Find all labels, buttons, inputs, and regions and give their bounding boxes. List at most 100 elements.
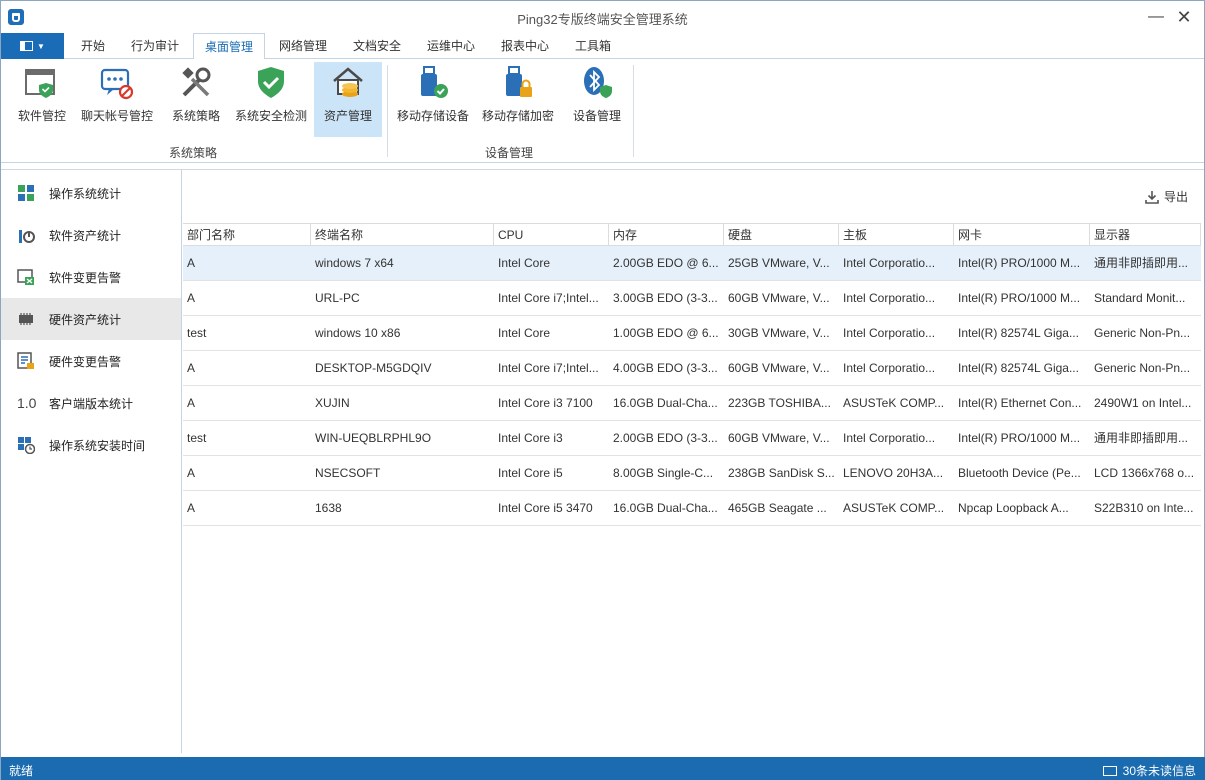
cell-terminal-name: NSECSOFT: [315, 466, 381, 480]
table-row[interactable]: Awindows 7 x64 Intel Core 2.00GB EDO @ 6..…: [183, 246, 1201, 281]
sidebar-item-hardware-asset-stats[interactable]: 硬件资产统计: [1, 298, 181, 340]
sidebar-item-label: 软件变更告警: [49, 270, 122, 285]
table-row[interactable]: test windows 10 x86 Intel Core 1.00GB EDO @…: [183, 316, 1201, 351]
table-row[interactable]: A DESKTOP-M5GDQIV Intel Core i7;Intel... 4.…: [183, 351, 1201, 386]
hardware-asset-table: 部门名称 终端名称 CPU 内存 硬盘 主板 网卡 显示器 Awindows 7 x64 Int…: [183, 223, 1201, 526]
table-row[interactable]: A XUJIN Intel Core i3 7100 16.0GB Dual-Cha.…: [183, 386, 1201, 421]
ribbon-button-label: 系统策略: [171, 109, 220, 123]
app-window: Ping32专版终端安全管理系统 — ✕ ▼ 开始 行为审计 桌面管理 网络管理…: [0, 0, 1205, 780]
tab-behavior-audit[interactable]: 行为审计: [125, 33, 185, 59]
cell-motherboard: Intel Corporatio...: [843, 291, 936, 305]
table-row[interactable]: A URL-PC Intel Core i7;Intel... 3.00GB EDO …: [183, 281, 1201, 316]
column-header-nic[interactable]: 网卡: [954, 224, 1090, 246]
device-management-button[interactable]: 设备管理: [569, 62, 625, 137]
sidebar-item-software-change-alert[interactable]: 软件变更告警: [1, 256, 181, 298]
tab-document-security[interactable]: 文档安全: [347, 33, 407, 59]
cell-dept-name: A: [187, 501, 196, 515]
sidebar-item-label: 操作系统安装时间: [49, 438, 146, 453]
ribbon-group-label-device-management: 设备管理: [485, 146, 534, 160]
removable-storage-device-button[interactable]: 移动存储设备: [394, 62, 472, 137]
sidebar-item-os-stats[interactable]: 操作系统统计: [1, 172, 181, 214]
column-header-terminal-name[interactable]: 终端名称: [311, 224, 494, 246]
cell-monitor: Generic Non-Pn...: [1094, 326, 1191, 340]
file-menu-button[interactable]: ▼: [1, 33, 64, 59]
asset-management-button[interactable]: 资产管理: [314, 62, 382, 137]
cell-memory: 2.00GB EDO @ 6...: [613, 256, 719, 270]
cell-monitor: Generic Non-Pn...: [1094, 361, 1191, 375]
content-panel: 导出 部门名称 终端名称 CPU 内存 硬盘 主板 网卡 显示器 Awindows 7 x64…: [183, 170, 1204, 753]
os-install-time-icon: [17, 436, 36, 455]
sidebar: 操作系统统计 软件资产统计 软件变更告警 硬件资产统计 硬件变更告警 1.0 客…: [1, 170, 182, 753]
system-security-check-button[interactable]: 系统安全检测: [232, 62, 310, 137]
removable-storage-encryption-button[interactable]: 移动存储加密: [479, 62, 557, 137]
ribbon-button-label: 资产管理: [323, 109, 372, 123]
sidebar-item-label: 客户端版本统计: [49, 396, 134, 411]
bluetooth-shield-icon: [579, 65, 615, 101]
message-icon: [1102, 765, 1117, 776]
ribbon-button-label: 系统安全检测: [234, 109, 307, 123]
column-header-cpu[interactable]: CPU: [494, 224, 609, 246]
tab-report-center[interactable]: 报表中心: [495, 33, 555, 59]
ribbon-button-label: 设备管理: [572, 109, 621, 123]
cell-cpu: Intel Core i7;Intel...: [498, 361, 599, 375]
unread-messages-indicator[interactable]: 30条未读信息: [1102, 762, 1196, 779]
sidebar-item-hardware-change-alert[interactable]: 硬件变更告警: [1, 340, 181, 382]
tab-start[interactable]: 开始: [71, 33, 115, 59]
cell-motherboard: ASUSTeK COMP...: [843, 501, 945, 515]
table-row[interactable]: A NSECSOFT Intel Core i5 8.00GB Single-C...…: [183, 456, 1201, 491]
version-icon: 1.0: [17, 395, 37, 411]
hardware-change-icon: [17, 352, 35, 370]
software-control-button[interactable]: 软件管控: [13, 62, 71, 137]
cell-nic: Intel(R) PRO/1000 M...: [958, 256, 1081, 270]
cell-disk: 60GB VMware, V...: [728, 291, 830, 305]
cell-disk: 60GB VMware, V...: [728, 431, 830, 445]
chat-account-control-button[interactable]: 聊天帐号管控: [77, 62, 157, 137]
tab-network-management[interactable]: 网络管理: [273, 33, 333, 59]
cell-memory: 16.0GB Dual-Cha...: [613, 501, 718, 515]
export-button[interactable]: 导出: [1145, 188, 1188, 205]
cell-memory: 3.00GB EDO (3-3...: [613, 291, 718, 305]
sidebar-item-label: 软件资产统计: [49, 228, 122, 243]
chevron-down-icon: ▼: [37, 41, 45, 51]
cell-terminal-name: URL-PC: [315, 291, 360, 305]
cell-monitor: LCD 1366x768 o...: [1094, 466, 1195, 480]
sidebar-item-client-version-stats[interactable]: 1.0 客户端版本统计: [1, 382, 181, 424]
cell-memory: 1.00GB EDO @ 6...: [613, 326, 719, 340]
software-window-shield-icon: [24, 65, 60, 101]
cell-disk: 223GB TOSHIBA...: [728, 396, 831, 410]
cell-memory: 4.00GB EDO (3-3...: [613, 361, 718, 375]
column-header-dept-name[interactable]: 部门名称: [183, 224, 311, 246]
hardware-chip-icon: [17, 310, 35, 328]
cell-terminal-name: windows 10 x86: [315, 326, 401, 340]
tab-toolbox[interactable]: 工具箱: [569, 33, 617, 59]
cell-disk: 465GB Seagate ...: [728, 501, 827, 515]
system-policy-button[interactable]: 系统策略: [167, 62, 225, 137]
table-row[interactable]: A 1638 Intel Core i5 3470 16.0GB Dual-Cha..…: [183, 491, 1201, 526]
cell-disk: 25GB VMware, V...: [728, 256, 830, 270]
column-header-monitor[interactable]: 显示器: [1090, 224, 1201, 246]
column-header-memory[interactable]: 内存: [609, 224, 724, 246]
cell-motherboard: LENOVO 20H3A...: [843, 466, 944, 480]
cell-dept-name: A: [187, 396, 196, 410]
sidebar-item-label: 硬件变更告警: [49, 354, 122, 369]
sidebar-item-os-install-time[interactable]: 操作系统安装时间: [1, 424, 181, 466]
cell-memory: 2.00GB EDO (3-3...: [613, 431, 718, 445]
cell-motherboard: Intel Corporatio...: [843, 256, 936, 270]
minimize-button[interactable]: —: [1144, 6, 1168, 28]
cell-motherboard: ASUSTeK COMP...: [843, 396, 945, 410]
cell-disk: 238GB SanDisk S...: [728, 466, 835, 480]
cell-disk: 60GB VMware, V...: [728, 361, 830, 375]
tab-desktop-management[interactable]: 桌面管理: [193, 33, 265, 60]
column-header-disk[interactable]: 硬盘: [724, 224, 839, 246]
sidebar-item-software-asset-stats[interactable]: 软件资产统计: [1, 214, 181, 256]
table-row[interactable]: test WIN-UEQBLRPHL9O Intel Core i3 2.00GB E…: [183, 421, 1201, 456]
column-header-motherboard[interactable]: 主板: [839, 224, 954, 246]
cell-nic: Npcap Loopback A...: [958, 501, 1069, 515]
tab-ops-center[interactable]: 运维中心: [421, 33, 481, 59]
tools-icon: [178, 65, 214, 101]
cell-nic: Bluetooth Device (Pe...: [958, 466, 1081, 480]
close-button[interactable]: ✕: [1172, 6, 1196, 28]
cell-cpu: Intel Core i5: [498, 466, 563, 480]
cell-motherboard: Intel Corporatio...: [843, 361, 936, 375]
ribbon-button-label: 聊天帐号管控: [80, 109, 153, 123]
